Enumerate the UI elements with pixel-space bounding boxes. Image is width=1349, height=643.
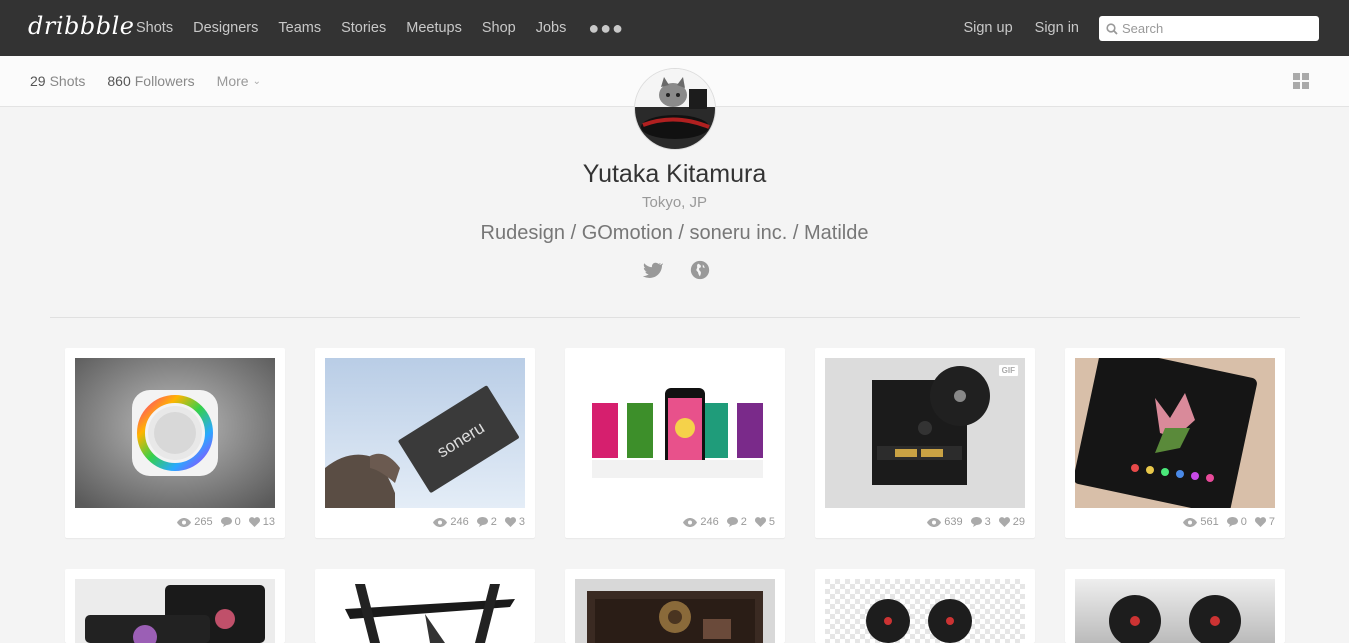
followers-label: Followers [134,73,195,89]
eye-icon [683,517,698,527]
likes-stat: 7 [1254,516,1275,528]
likes-stat: 5 [754,516,775,528]
views-stat: 246 [433,516,469,528]
shot-stats: 246 2 3 [425,516,525,528]
dribbble-logo[interactable]: dribbble [28,12,134,40]
views-stat: 265 [177,516,213,528]
more-label: More [216,73,249,89]
shot-stats: 265 0 13 [169,516,275,528]
nav-shop[interactable]: Shop [482,20,516,36]
comment-icon [476,517,488,527]
shots-label: Shots [49,73,86,89]
views-stat: 561 [1183,516,1219,528]
shot-thumbnail[interactable]: soneru [325,358,525,508]
profile-bio: Rudesign / GOmotion / soneru inc. / Mati… [480,222,869,244]
eye-icon [433,517,448,527]
shot-card[interactable]: 265 0 13 [65,348,285,538]
shot-thumbnail[interactable] [575,358,775,508]
heart-icon [504,517,516,527]
heart-icon [248,517,260,527]
nav-shots[interactable]: Shots [136,20,173,36]
shot-card[interactable]: soneru 246 2 3 [315,348,535,538]
nav-teams[interactable]: Teams [278,20,321,36]
likes-stat: 13 [248,516,275,528]
shot-card[interactable] [65,569,285,643]
shot-stats: 246 2 5 [675,516,775,528]
avatar [634,68,716,150]
social-links [641,259,737,281]
eye-icon [927,517,942,527]
comment-icon [220,517,232,527]
shot-stats: 561 0 7 [1175,516,1275,528]
main-nav: Shots Designers Teams Stories Meetups Sh… [136,0,624,56]
search-box [1099,16,1319,41]
grid-view-icon[interactable] [1293,73,1309,89]
globe-icon[interactable] [689,259,711,281]
comments-stat: 2 [726,516,747,528]
shot-thumbnail[interactable] [325,579,525,643]
shot-thumbnail[interactable] [825,579,1025,643]
sign-in-link[interactable]: Sign in [1035,20,1079,36]
likes-stat: 3 [504,516,525,528]
shot-card[interactable] [1065,569,1285,643]
views-stat: 246 [683,516,719,528]
shots-stat[interactable]: 29 Shots [30,73,85,89]
top-navigation: dribbble Shots Designers Teams Stories M… [0,0,1349,56]
shot-thumbnail[interactable] [75,579,275,643]
auth-links: Sign up Sign in [941,0,1079,56]
shot-thumbnail[interactable] [1075,579,1275,643]
comment-icon [970,517,982,527]
shot-thumbnail[interactable] [575,579,775,643]
nav-meetups[interactable]: Meetups [406,20,462,36]
heart-icon [998,517,1010,527]
search-icon [1106,22,1118,35]
comment-icon [726,517,738,527]
chevron-down-icon: ⌄ [252,75,261,87]
sign-up-link[interactable]: Sign up [963,20,1012,36]
heart-icon [1254,517,1266,527]
comments-stat: 3 [970,516,991,528]
shot-card[interactable]: GIF 639 3 29 [815,348,1035,538]
profile-stats: 29 Shots 860 Followers More ⌄ [30,56,261,106]
comments-stat: 2 [476,516,497,528]
gif-badge: GIF [997,364,1019,377]
shots-count: 29 [30,73,46,89]
comments-stat: 0 [1226,516,1247,528]
heart-icon [754,517,766,527]
shot-thumbnail[interactable] [75,358,275,508]
followers-stat[interactable]: 860 Followers [107,73,194,89]
eye-icon [1183,517,1198,527]
twitter-icon[interactable] [641,259,665,281]
ellipsis-icon[interactable]: ●●● [588,18,624,39]
more-dropdown[interactable]: More ⌄ [217,73,261,89]
nav-jobs[interactable]: Jobs [536,20,567,36]
search-input[interactable] [1122,21,1302,36]
divider [50,317,1300,318]
followers-count: 860 [107,73,131,89]
shot-card[interactable] [815,569,1035,643]
profile-location: Tokyo, JP [641,194,708,211]
comments-stat: 0 [220,516,241,528]
shot-stats: 639 3 29 [919,516,1025,528]
likes-stat: 29 [998,516,1025,528]
comment-icon [1226,517,1238,527]
shot-card[interactable]: 246 2 5 [565,348,785,538]
eye-icon [177,517,192,527]
shot-thumbnail[interactable]: GIF [825,358,1025,508]
shot-card[interactable]: 561 0 7 [1065,348,1285,538]
nav-designers[interactable]: Designers [193,20,258,36]
views-stat: 639 [927,516,963,528]
nav-stories[interactable]: Stories [341,20,386,36]
shot-card[interactable] [315,569,535,643]
shot-thumbnail[interactable] [1075,358,1275,508]
profile-name: Yutaka Kitamura [582,160,767,188]
shot-card[interactable] [565,569,785,643]
